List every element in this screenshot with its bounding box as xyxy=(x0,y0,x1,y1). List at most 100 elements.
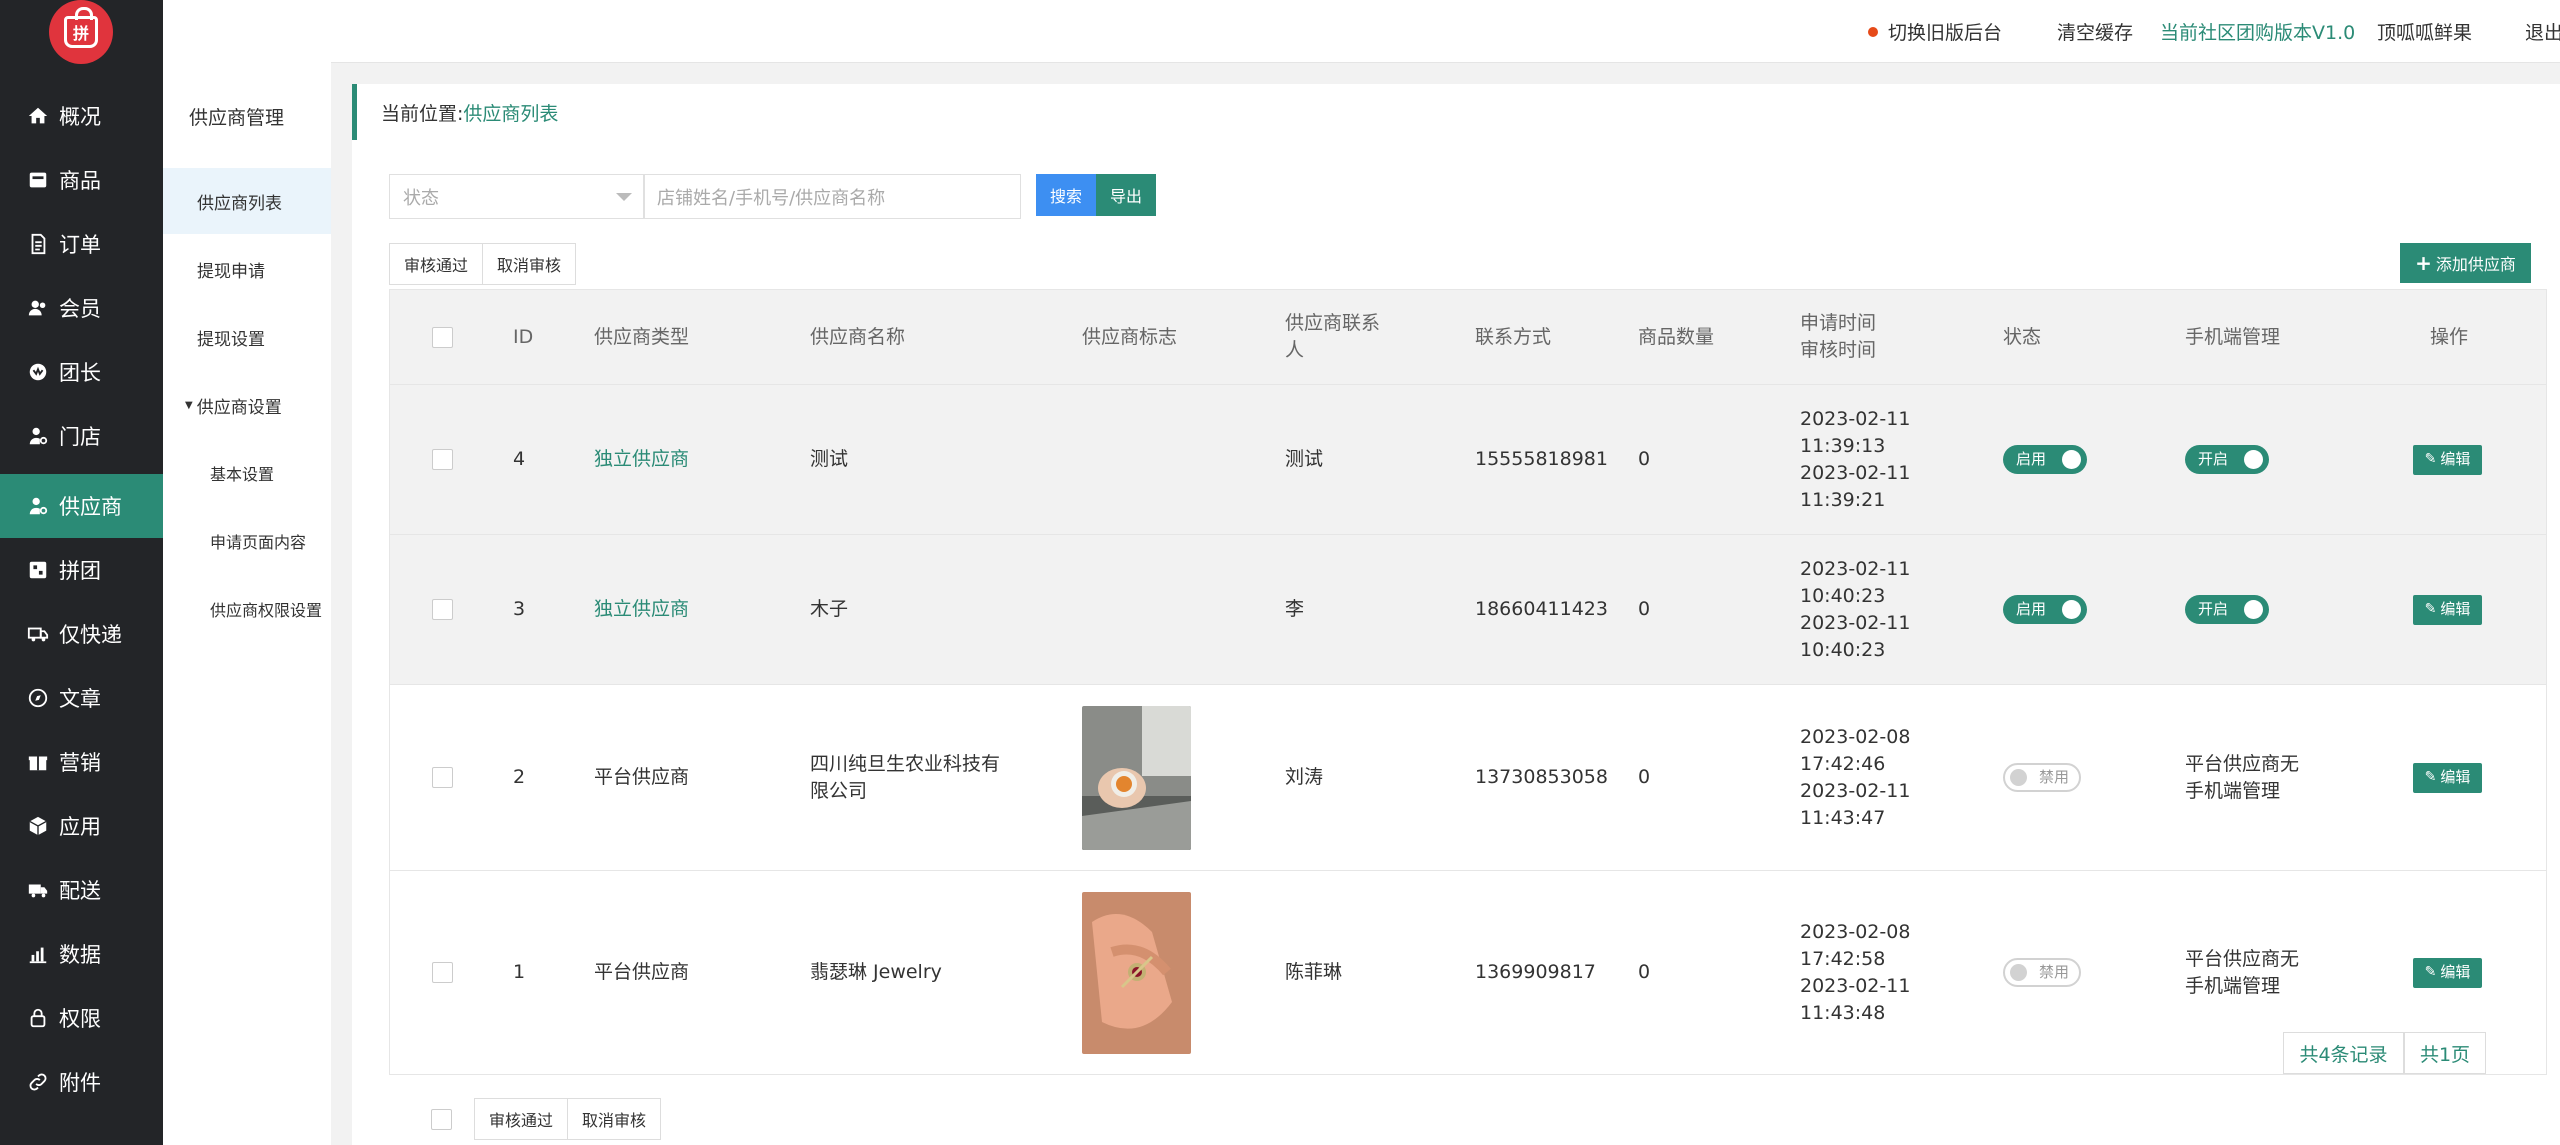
row-checkbox[interactable] xyxy=(432,449,453,470)
nav-item-groupbuy[interactable]: 拼团 xyxy=(0,538,163,602)
subnav-item-apply-page-content[interactable]: 申请页面内容 xyxy=(163,508,331,574)
bottom-cancel-approve-button[interactable]: 取消审核 xyxy=(567,1098,661,1140)
audit-time: 11:43:47 xyxy=(1800,806,1886,829)
audit-date: 2023-02-11 xyxy=(1800,974,1911,997)
add-supplier-button[interactable]: + 添加供应商 xyxy=(2400,243,2531,283)
approve-button[interactable]: 审核通过 xyxy=(389,243,483,285)
status-select[interactable]: 状态 xyxy=(389,174,645,219)
nav-item-stores[interactable]: 门店 xyxy=(0,404,163,468)
nav-item-permissions[interactable]: 权限 xyxy=(0,986,163,1050)
subnav-item-withdraw-settings[interactable]: 提现设置 xyxy=(163,304,331,370)
nav-item-dispatch[interactable]: 配送 xyxy=(0,858,163,922)
switch-old-label: 切换旧版后台 xyxy=(1888,22,2003,44)
shopping-bag-icon: 拼 xyxy=(64,7,98,48)
edit-label: 编辑 xyxy=(2440,963,2471,981)
cell-phone: 18660411423 xyxy=(1475,598,1608,620)
subnav-group-supplier-settings[interactable]: ▼ 供应商设置 xyxy=(163,372,331,438)
cell-phone: 15555818981 xyxy=(1475,448,1608,470)
switch-old-admin-link[interactable]: 切换旧版后台 xyxy=(1868,18,2002,45)
subnav-label: 提现申请 xyxy=(197,261,265,282)
status-toggle[interactable]: 禁用 xyxy=(2003,763,2081,792)
bottom-select-all-checkbox[interactable] xyxy=(431,1109,452,1130)
nav-item-orders[interactable]: 订单 xyxy=(0,212,163,276)
status-toggle[interactable]: 禁用 xyxy=(2003,958,2081,987)
nav-item-attachments[interactable]: 附件 xyxy=(0,1050,163,1114)
row-checkbox[interactable] xyxy=(432,962,453,983)
col-header-status: 状态 xyxy=(2003,325,2042,348)
keyword-search-input[interactable]: 店铺姓名/手机号/供应商名称 xyxy=(643,174,1021,219)
search-button[interactable]: 搜索 xyxy=(1036,174,1096,216)
cell-contact: 测试 xyxy=(1285,448,1324,470)
cell-id: 3 xyxy=(513,598,526,620)
main-content: 当前位置: 供应商列表 状态 店铺姓名/手机号/供应商名称 搜索 导出 审核通过… xyxy=(336,63,2560,1145)
logout-link[interactable]: 退出 xyxy=(2525,18,2560,45)
audit-time: 10:40:23 xyxy=(1800,638,1886,661)
mobile-toggle[interactable]: 开启 xyxy=(2185,595,2269,624)
add-supplier-label: 添加供应商 xyxy=(2435,255,2516,274)
nav-item-members[interactable]: 会员 xyxy=(0,276,163,340)
status-toggle[interactable]: 启用 xyxy=(2003,595,2087,624)
cancel-approve-button[interactable]: 取消审核 xyxy=(482,243,576,285)
cell-id: 4 xyxy=(513,448,526,470)
col-header-goods-count: 商品数量 xyxy=(1638,325,1715,348)
nav-item-express[interactable]: 仅快递 xyxy=(0,602,163,666)
nav-item-apps[interactable]: 应用 xyxy=(0,794,163,858)
export-button[interactable]: 导出 xyxy=(1096,174,1156,216)
edit-button[interactable]: ✎ 编辑 xyxy=(2413,594,2482,625)
breadcrumb-current[interactable]: 供应商列表 xyxy=(463,99,558,126)
content-panel: 状态 店铺姓名/手机号/供应商名称 搜索 导出 审核通过 取消审核 + 添加供应商… xyxy=(352,140,2560,1145)
nav-label: 商品 xyxy=(59,169,101,193)
nav-item-suppliers[interactable]: 供应商 xyxy=(0,474,163,538)
nav-item-marketing[interactable]: 营销 xyxy=(0,730,163,794)
apply-date: 2023-02-08 xyxy=(1800,920,1911,943)
subnav-item-supplier-list[interactable]: 供应商列表 xyxy=(163,168,331,234)
apply-time: 17:42:58 xyxy=(1800,947,1886,970)
nav-item-leaders[interactable]: 团长 xyxy=(0,340,163,404)
leader-icon xyxy=(27,361,49,383)
red-dot-icon xyxy=(1868,26,1878,37)
cell-time: 2023-02-11 10:40:23 2023-02-11 10:40:23 xyxy=(1800,535,1910,684)
nav-label: 供应商 xyxy=(59,495,122,519)
subnav-item-withdraw-apply[interactable]: 提现申请 xyxy=(163,236,331,302)
nav-item-data[interactable]: 数据 xyxy=(0,922,163,986)
apply-time: 10:40:23 xyxy=(1800,584,1886,607)
nav-label: 权限 xyxy=(59,1007,101,1031)
nav-item-overview[interactable]: 概况 xyxy=(0,84,163,148)
pencil-icon: ✎ xyxy=(2424,601,2437,617)
subnav-label: 基本设置 xyxy=(210,465,275,484)
table-row: 2 平台供应商 四川纯旦生农业科技有 限公司 刘涛 13730853058 0 … xyxy=(389,685,2547,871)
cell-goods-count: 0 xyxy=(1638,448,1651,470)
nav-item-goods[interactable]: 商品 xyxy=(0,148,163,212)
pencil-icon: ✎ xyxy=(2424,964,2437,980)
app-logo[interactable]: 拼 xyxy=(49,0,113,64)
subnav-item-supplier-permissions[interactable]: 供应商权限设置 xyxy=(163,576,331,642)
link-icon xyxy=(27,1071,49,1093)
apply-time: 17:42:46 xyxy=(1800,752,1886,775)
goods-icon xyxy=(27,169,49,191)
nav-label: 概况 xyxy=(59,105,101,129)
status-toggle[interactable]: 启用 xyxy=(2003,445,2087,474)
table-row: 1 平台供应商 翡瑟琳 Jewelry 陈菲琳 1369909817 0 202… xyxy=(389,871,2547,1075)
clear-cache-link[interactable]: 清空缓存 xyxy=(2057,18,2133,45)
row-checkbox[interactable] xyxy=(432,599,453,620)
main-sidebar: 拼 概况 商品 订单 会员 团长 门店 供应商 拼团 仅快递 文章 营销 应用 … xyxy=(0,0,163,1145)
edit-button[interactable]: ✎ 编辑 xyxy=(2413,762,2482,793)
table-header-row: ID 供应商类型 供应商名称 供应商标志 供应商联系 人 联系方式 商品数量 申… xyxy=(389,289,2547,385)
row-checkbox[interactable] xyxy=(432,767,453,788)
compass-icon xyxy=(27,687,49,709)
shop-name-link[interactable]: 顶呱呱鲜果 xyxy=(2377,18,2472,45)
col-header-type: 供应商类型 xyxy=(594,325,690,348)
subnav-item-basic-settings[interactable]: 基本设置 xyxy=(163,440,331,506)
nav-item-articles[interactable]: 文章 xyxy=(0,666,163,730)
version-link[interactable]: 当前社区团购版本V1.0 xyxy=(2160,18,2355,45)
apply-date: 2023-02-08 xyxy=(1800,725,1911,748)
edit-button[interactable]: ✎ 编辑 xyxy=(2413,957,2482,988)
mobile-toggle[interactable]: 开启 xyxy=(2185,445,2269,474)
cell-goods-count: 0 xyxy=(1638,961,1651,983)
cell-type: 独立供应商 xyxy=(594,448,690,470)
bottom-approve-button[interactable]: 审核通过 xyxy=(474,1098,568,1140)
pager-total-records: 共4条记录 xyxy=(2283,1032,2404,1074)
select-all-checkbox[interactable] xyxy=(432,326,453,348)
edit-button[interactable]: ✎ 编辑 xyxy=(2413,444,2482,475)
table-row: 3 独立供应商 木子 李 18660411423 0 2023-02-11 10:… xyxy=(389,535,2547,685)
